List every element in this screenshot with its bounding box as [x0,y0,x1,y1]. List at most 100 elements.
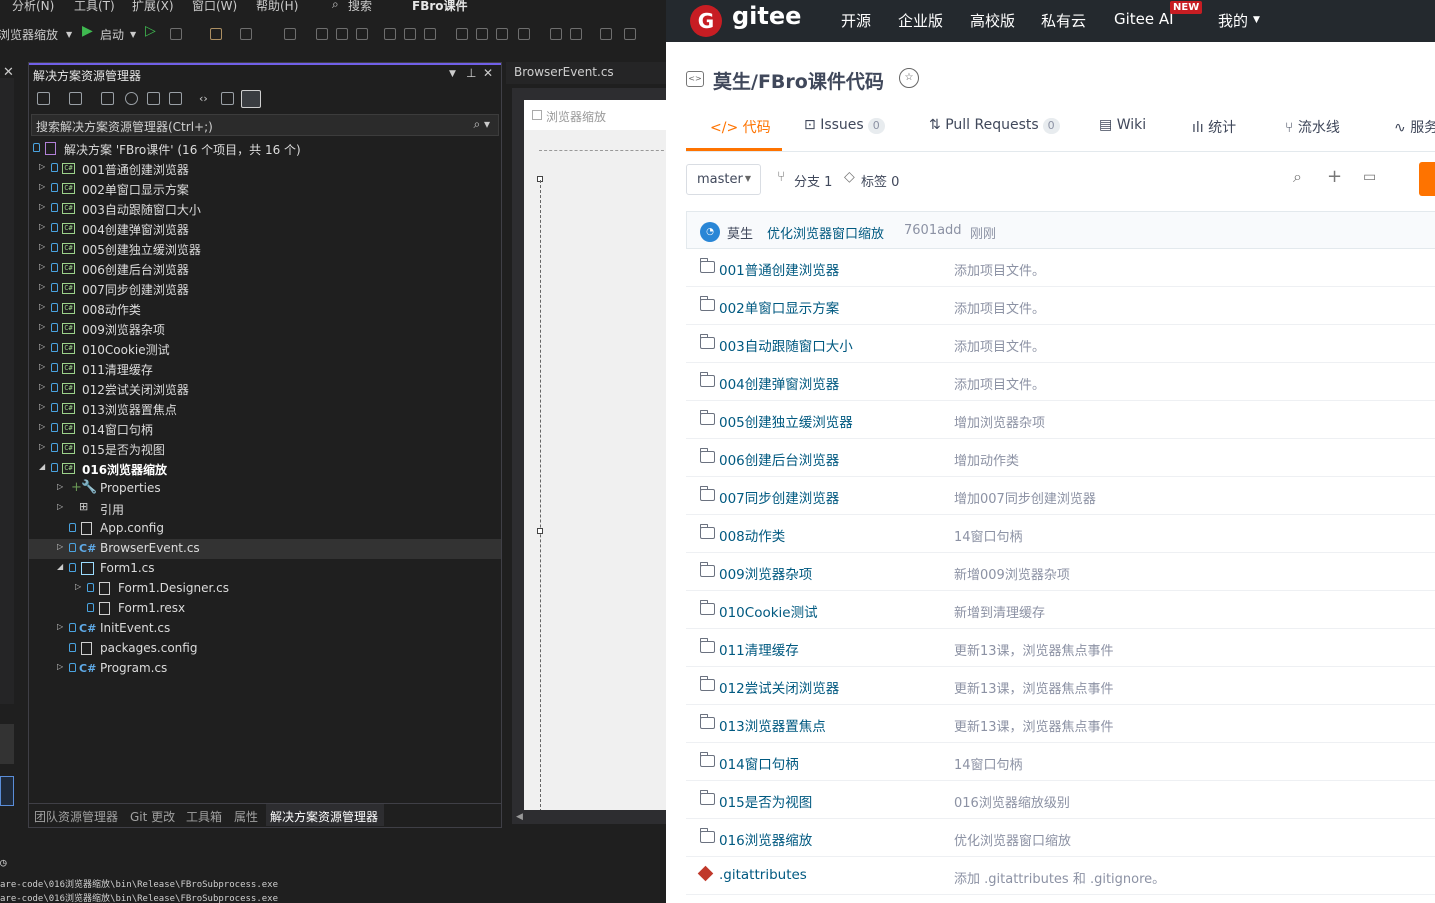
collapse-icon[interactable] [147,92,160,105]
file-commit-message[interactable]: 增加浏览器杂项 [954,412,1045,431]
tree-project[interactable]: ▷ C# 008动作类 [29,299,501,319]
folder-icon[interactable] [210,28,222,40]
file-commit-message[interactable]: 14窗口句柄 [954,754,1023,773]
tree-file-selected[interactable]: ▷ C# BrowserEvent.cs [29,539,501,559]
commit-author[interactable]: 莫生 [727,223,753,242]
switch-icon[interactable] [101,92,114,105]
chevron-down-icon[interactable]: ▼ [449,69,456,79]
expand-icon[interactable]: ▷ [39,442,45,451]
file-name-link[interactable]: 009浏览器杂项 [719,563,812,583]
nav-enterprise[interactable]: 企业版 [898,10,943,31]
file-name-link[interactable]: 003自动跟随窗口大小 [719,335,853,355]
tree-project[interactable]: ▷ C# 003自动跟随窗口大小 [29,199,501,219]
layout-icon[interactable] [240,28,252,40]
tree-project[interactable]: ▷ C# 002单窗口显示方案 [29,179,501,199]
expand-icon[interactable]: ▷ [39,422,45,431]
dock-button-active[interactable] [0,776,14,806]
close-icon[interactable]: ✕ [483,66,493,80]
file-commit-message[interactable]: 新增009浏览器杂项 [954,564,1070,583]
play-icon[interactable]: ▶ [82,23,93,39]
search-icon[interactable]: ⌕ [1293,167,1302,187]
tab-services[interactable]: ∿ 服务 [1394,117,1435,137]
pin-icon[interactable]: ⊥ [466,66,476,80]
spacing-icon[interactable] [496,28,508,40]
start-without-debug-icon[interactable]: ▷ [145,23,156,39]
expand-icon[interactable]: ▷ [39,262,45,271]
expand-icon[interactable]: ▷ [39,182,45,191]
tree-references[interactable]: ▷ ⊞ 引用 [29,499,501,519]
align-right-icon[interactable] [356,28,368,40]
file-name-link[interactable]: 016浏览器缩放 [719,829,812,849]
tree-file[interactable]: ▷ C# Program.cs [29,659,501,679]
tab-pull-requests[interactable]: ⇅ Pull Requests 0 [929,117,1060,134]
align-middle-icon[interactable] [404,28,416,40]
fire-icon[interactable] [170,28,182,40]
tree-properties[interactable]: ▷ + 🔧 Properties [29,479,501,499]
wrench-icon[interactable] [221,92,234,105]
file-name-link[interactable]: 001普通创建浏览器 [719,259,839,279]
expand-icon[interactable]: ▷ [39,382,45,391]
file-name-link[interactable]: 011清理缓存 [719,639,799,659]
tree-project[interactable]: ▷ C# 014窗口句柄 [29,419,501,439]
expand-icon[interactable]: ▷ [57,662,63,671]
menu-help[interactable]: 帮助(H) [256,0,298,14]
tab-team-explorer[interactable]: 团队资源管理器 [34,808,118,825]
tree-file[interactable]: ▷ C# InitEvent.cs [29,619,501,639]
refresh-icon[interactable] [125,92,138,105]
tree-project[interactable]: ▷ C# 001普通创建浏览器 [29,159,501,179]
commit-hash[interactable]: 7601add [904,223,962,238]
menu-search[interactable]: 搜索 [348,0,372,14]
history-icon[interactable] [69,92,82,105]
tab-toolbox[interactable]: 工具箱 [186,808,222,825]
chevron-down-icon[interactable]: ▼ [130,30,136,39]
tree-project[interactable]: ▷ C# 004创建弹窗浏览器 [29,219,501,239]
center-icon[interactable] [550,28,562,40]
designer-form[interactable]: 浏览器缩放 [524,100,666,820]
tree-file[interactable]: App.config [29,519,501,539]
dock-button[interactable] [0,724,14,764]
monitor-icon[interactable]: ▭ [1363,169,1376,185]
expand-icon[interactable]: ▷ [39,242,45,251]
tree-project[interactable]: ▷ C# 013浏览器置焦点 [29,399,501,419]
file-name-link[interactable]: .gitattributes [719,867,807,883]
show-all-icon[interactable] [169,92,182,105]
nav-mine[interactable]: 我的 [1218,10,1248,31]
solution-search-input[interactable]: 搜索解决方案资源管理器(Ctrl+;) ⌕ ▾ [31,114,499,136]
file-commit-message[interactable]: 更新13课，浏览器焦点事件 [954,640,1114,659]
expand-icon[interactable]: ▷ [39,402,45,411]
startup-project-select[interactable]: 浏览器缩放 [0,26,58,43]
start-button[interactable]: 启动 [100,26,124,43]
tree-file[interactable]: ◢ Form1.cs [29,559,501,579]
zoom-icon[interactable] [518,28,530,40]
scroll-left-icon[interactable]: ◀ [516,812,523,822]
tree-project[interactable]: ▷ C# 009浏览器杂项 [29,319,501,339]
tree-file[interactable]: packages.config [29,639,501,659]
nav-gitee-ai[interactable]: Gitee AI [1114,10,1174,28]
tree-project-expanded[interactable]: ◢ C# 016浏览器缩放 [29,459,501,479]
expand-icon[interactable]: ▷ [39,222,45,231]
file-name-link[interactable]: 005创建独立缓浏览器 [719,411,853,431]
chevron-down-icon[interactable]: ▼ [66,30,72,39]
align-top-icon[interactable] [384,28,396,40]
spacing-icon[interactable] [476,28,488,40]
expand-icon[interactable]: ▷ [39,202,45,211]
file-name-link[interactable]: 014窗口句柄 [719,753,799,773]
file-name-link[interactable]: 007同步创建浏览器 [719,487,839,507]
file-name-link[interactable]: 002单窗口显示方案 [719,297,839,317]
tab-solution-explorer[interactable]: 解决方案资源管理器 [270,808,378,825]
expand-icon[interactable]: ▷ [39,322,45,331]
menu-window[interactable]: 窗口(W) [192,0,237,14]
align-bottom-icon[interactable] [424,28,436,40]
expand-icon[interactable]: ▷ [39,282,45,291]
search-icon[interactable]: ⌕ ▾ [473,117,490,132]
file-name-link[interactable]: 008动作类 [719,525,785,545]
repo-title[interactable]: 莫生/FBro课件代码 [713,67,884,94]
file-name-link[interactable]: 004创建弹窗浏览器 [719,373,839,393]
resize-handle[interactable] [537,528,543,534]
tree-project[interactable]: ▷ C# 011清理缓存 [29,359,501,379]
file-commit-message[interactable]: 增加007同步创建浏览器 [954,488,1096,507]
tab-wiki[interactable]: ▤ Wiki [1099,117,1146,133]
tree-file[interactable]: Form1.resx [29,599,501,619]
expand-icon[interactable]: ▷ [39,342,45,351]
document-tab[interactable]: BrowserEvent.cs [506,62,666,84]
